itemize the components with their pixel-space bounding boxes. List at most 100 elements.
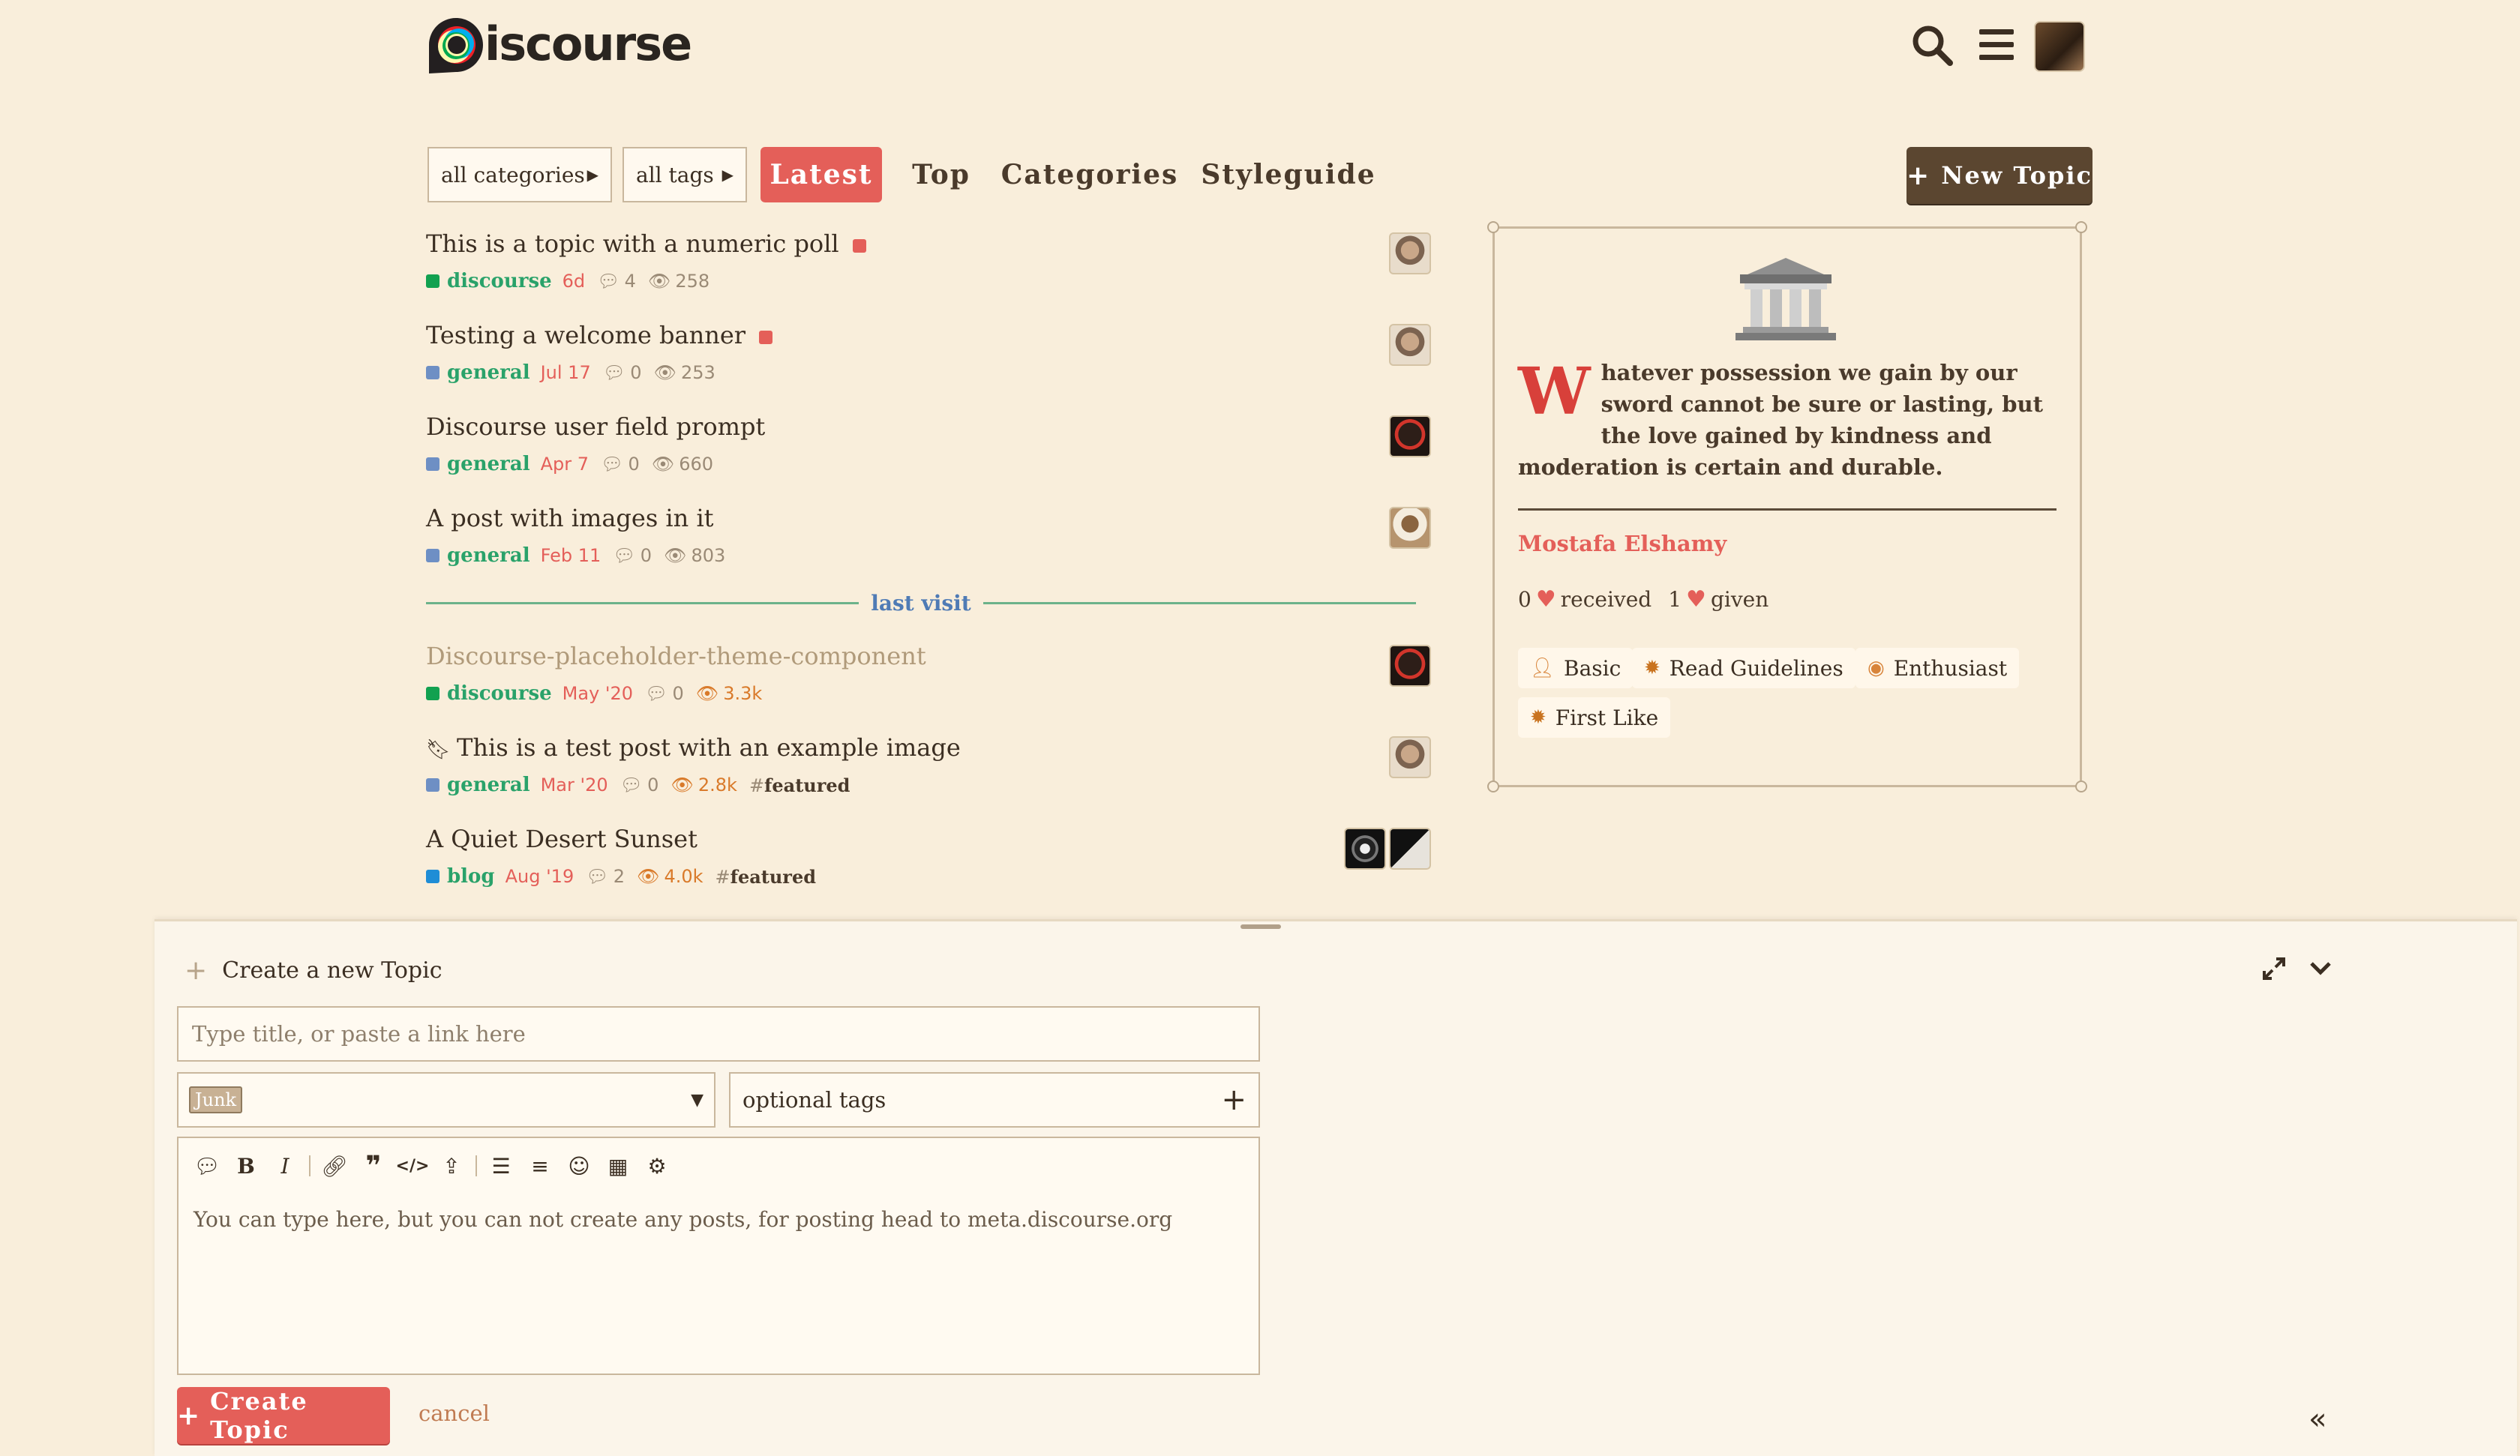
view-count: 👁︎ 258	[647, 271, 710, 292]
topic-title[interactable]: A Quiet Desert Sunset	[426, 825, 698, 853]
topic-age[interactable]: Mar '20	[541, 774, 608, 795]
editor-content[interactable]: You can type here, but you can not creat…	[194, 1207, 1244, 1232]
tag-chooser[interactable]: optional tags +	[729, 1072, 1260, 1128]
create-topic-button[interactable]: + Create Topic	[177, 1387, 390, 1444]
poster-avatar[interactable]	[1389, 507, 1431, 549]
cancel-link[interactable]: cancel	[418, 1401, 490, 1426]
badge-enthusiast[interactable]: ◉ Enthusiast	[1856, 648, 2020, 688]
category-color-icon	[426, 870, 440, 883]
category-link[interactable]: general	[447, 544, 530, 567]
view-count: 👁︎ 803	[664, 545, 726, 566]
category-link[interactable]: discourse	[447, 682, 552, 705]
temple-icon	[1718, 255, 1854, 343]
divider-line	[982, 601, 1416, 604]
topic-age[interactable]: Feb 11	[541, 545, 602, 566]
eye-icon: 👁︎	[647, 271, 671, 292]
numbered-list-icon[interactable]: ≡	[520, 1147, 560, 1185]
reply-count: 💬︎ 0	[601, 454, 640, 475]
unread-indicator-icon	[759, 330, 773, 344]
caret-right-icon: ▶	[722, 166, 734, 184]
topic-age[interactable]: May '20	[562, 683, 633, 704]
new-topic-button[interactable]: + New Topic	[1906, 147, 2092, 204]
topic-title-input[interactable]	[177, 1006, 1260, 1062]
eye-icon: 👁︎	[636, 866, 660, 887]
bullet-list-icon[interactable]: ☰	[482, 1147, 520, 1185]
topic-age[interactable]: Apr 7	[541, 454, 589, 475]
chevron-down-icon[interactable]	[2307, 955, 2334, 982]
view-count: 👁︎ 3.3k	[695, 683, 763, 704]
badge-first-like[interactable]: ✹ First Like	[1518, 697, 1671, 738]
poster-avatar[interactable]	[1389, 736, 1431, 778]
topic-age[interactable]: Aug '19	[506, 866, 574, 887]
heart-icon: ♥	[1686, 586, 1706, 613]
italic-icon[interactable]: I	[266, 1147, 304, 1185]
category-link[interactable]: discourse	[447, 270, 552, 292]
category-link[interactable]: general	[447, 453, 530, 475]
quote-bubble-icon[interactable]: 💬︎	[188, 1147, 226, 1185]
user-avatar[interactable]	[2034, 21, 2085, 72]
topic-tag[interactable]: #featured	[749, 774, 850, 796]
topic-row[interactable]: Discourse-placeholder-theme-component di…	[426, 637, 1431, 720]
topic-row[interactable]: Testing a welcome banner general Jul 17 …	[426, 316, 1431, 399]
blockquote-icon[interactable]: ❞	[354, 1147, 393, 1185]
tags-dropdown[interactable]: all tags ▶	[622, 147, 747, 202]
category-color-icon	[426, 549, 440, 562]
category-link[interactable]: blog	[447, 865, 495, 888]
emoji-icon[interactable]: ☺	[560, 1147, 598, 1185]
code-icon[interactable]: </>	[393, 1147, 432, 1185]
eye-icon: 👁︎	[651, 454, 675, 475]
topic-age[interactable]: 6d	[562, 271, 586, 292]
upload-icon[interactable]: ⇪	[432, 1147, 471, 1185]
topic-row[interactable]: 🔖︎ This is a test post with an example im…	[426, 729, 1431, 811]
topic-row[interactable]: A post with images in it general Feb 11 …	[426, 499, 1431, 582]
calendar-icon[interactable]: ▦	[598, 1147, 638, 1185]
topic-title[interactable]: 🔖︎ This is a test post with an example im…	[426, 733, 961, 762]
tab-latest[interactable]: Latest	[760, 147, 882, 202]
heart-icon: ♥	[1535, 586, 1556, 613]
poster-avatar[interactable]	[1389, 828, 1431, 870]
topic-title[interactable]: A post with images in it	[426, 504, 714, 532]
bold-icon[interactable]: B	[226, 1147, 266, 1185]
selected-category: Junk	[189, 1086, 243, 1113]
comment-icon: 💬︎	[645, 683, 668, 704]
topic-age[interactable]: Jul 17	[541, 362, 591, 383]
poster-avatar[interactable]	[1389, 324, 1431, 366]
hamburger-menu-icon[interactable]	[1972, 21, 2020, 69]
topic-row[interactable]: Discourse user field prompt general Apr …	[426, 408, 1431, 490]
badge-read-guidelines[interactable]: ✹ Read Guidelines	[1632, 648, 1856, 688]
search-icon[interactable]	[1908, 21, 1956, 69]
topic-tag[interactable]: #featured	[716, 866, 816, 888]
topic-title[interactable]: Discourse user field prompt	[426, 412, 765, 441]
quote-author-link[interactable]: Mostafa Elshamy	[1518, 531, 1726, 556]
poster-avatar[interactable]	[1389, 232, 1431, 274]
topic-title[interactable]: Testing a welcome banner	[426, 321, 773, 349]
composer-resize-grip[interactable]	[1240, 924, 1281, 929]
poster-avatar[interactable]	[1389, 645, 1431, 687]
poster-avatar[interactable]	[1344, 828, 1386, 870]
hide-preview-icon[interactable]: «	[2308, 1402, 2326, 1437]
likes-given-label: given	[1710, 587, 1769, 612]
topic-title[interactable]: This is a topic with a numeric poll	[426, 229, 866, 258]
poster-avatar[interactable]	[1389, 415, 1431, 457]
plus-icon: +	[1906, 160, 1931, 191]
category-link[interactable]: general	[447, 774, 530, 796]
tab-styleguide[interactable]: Styleguide	[1200, 147, 1377, 202]
category-dropdown[interactable]: all categories ▶	[428, 147, 612, 202]
gear-icon[interactable]: ⚙	[638, 1147, 676, 1185]
topic-row[interactable]: A Quiet Desert Sunset blog Aug '19 💬︎ 2 👁…	[426, 820, 1431, 903]
category-chooser[interactable]: Junk ▼	[177, 1072, 716, 1128]
expand-fullscreen-icon[interactable]	[2260, 955, 2288, 982]
divider-line	[426, 601, 860, 604]
tab-top[interactable]: Top	[900, 147, 982, 202]
topic-row[interactable]: This is a topic with a numeric poll disc…	[426, 225, 1431, 307]
category-color-icon	[426, 457, 440, 471]
site-logo[interactable]: iscourse	[426, 13, 692, 76]
badge-basic[interactable]: 👤︎ Basic	[1518, 648, 1634, 688]
link-icon[interactable]: 🔗︎	[315, 1147, 354, 1185]
last-visit-label: last visit	[871, 590, 971, 616]
tab-categories[interactable]: Categories	[1001, 147, 1178, 202]
category-link[interactable]: general	[447, 361, 530, 384]
unread-indicator-icon	[852, 238, 866, 253]
quote-text: W hatever possession we gain by our swor…	[1518, 357, 2061, 483]
topic-title[interactable]: Discourse-placeholder-theme-component	[426, 642, 926, 670]
